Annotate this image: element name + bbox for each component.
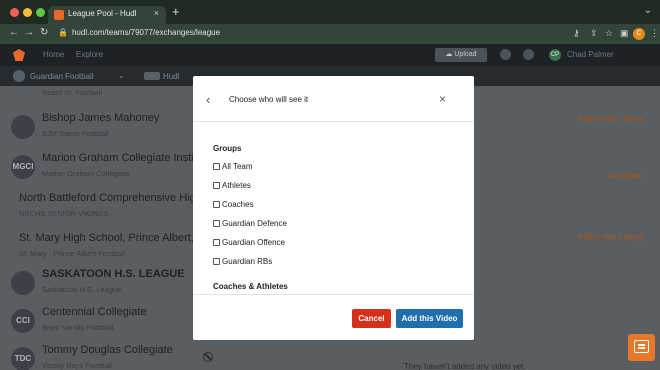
add-again-link[interactable]: Add Again xyxy=(608,173,643,180)
option-label: Guardian Defence xyxy=(222,219,287,228)
list-item[interactable]: TDC Tommy Douglas Collegiate Varsity Boy… xyxy=(0,340,660,370)
coaches-athletes-heading: Coaches & Athletes xyxy=(213,282,288,291)
checkbox[interactable] xyxy=(213,258,220,265)
reload-icon[interactable]: ↻ xyxy=(40,27,48,38)
school-name: Bishop James Mahoney xyxy=(42,112,160,124)
school-logo xyxy=(11,115,35,139)
add-video-button[interactable]: Add this Video xyxy=(396,309,463,328)
close-window-button[interactable] xyxy=(10,8,19,17)
option-label: Coaches xyxy=(222,200,254,209)
share-visibility-modal: ‹ Choose who will see it × Groups All Te… xyxy=(193,76,474,340)
league-logo xyxy=(11,271,35,295)
option-label: Guardian Offence xyxy=(222,238,286,247)
tab-close-icon[interactable]: × xyxy=(154,8,159,18)
bookmark-star-icon[interactable]: ☆ xyxy=(605,28,613,39)
school-logo: TDC xyxy=(11,347,35,370)
school-name: St. Mary High School, Prince Albert, Sa xyxy=(19,232,211,244)
school-name: Marion Graham Collegiate Institute xyxy=(42,152,212,164)
key-icon[interactable]: ⚷ xyxy=(573,28,580,39)
no-video-icon xyxy=(203,352,213,362)
back-chevron-icon[interactable]: ‹ xyxy=(206,92,210,107)
team-name: Marion Graham Collegiate xyxy=(42,169,130,178)
notifications-bell-icon[interactable] xyxy=(500,49,511,60)
empty-video-message: They haven't added any video yet. xyxy=(404,362,526,370)
option-label: Athletes xyxy=(222,181,251,190)
sidebar-icon[interactable]: ▣ xyxy=(620,28,629,39)
modal-footer: Cancel Add this Video xyxy=(193,294,474,340)
close-icon[interactable]: × xyxy=(439,92,446,106)
tab-search-icon[interactable]: ⌄ xyxy=(644,5,652,16)
hudl-favicon-icon xyxy=(54,10,64,20)
modal-body[interactable]: Groups All Team Athletes Coaches Guardia… xyxy=(193,123,474,293)
league-name: SASKATOON H.S. LEAGUE xyxy=(42,268,185,280)
team-logo-icon xyxy=(13,70,25,82)
hudl-link[interactable]: Hudl xyxy=(163,72,179,81)
lock-icon: 🔒 xyxy=(58,28,68,37)
school-name: North Battleford Comprehensive High S xyxy=(19,192,213,204)
school-logo: CCI xyxy=(11,309,35,333)
nav-home[interactable]: Home xyxy=(43,50,64,59)
minimize-window-button[interactable] xyxy=(23,8,32,17)
app-top-nav: Home Explore ☁ Upload CP Chad Palmer xyxy=(0,44,660,66)
school-name: Tommy Douglas Collegiate xyxy=(42,344,173,356)
team-name: BJM Saints Football xyxy=(42,129,109,138)
team-name: Boys' Varsity Football xyxy=(42,323,114,332)
nav-explore[interactable]: Explore xyxy=(76,50,103,59)
add-to-library-link[interactable]: Add to Your Library xyxy=(578,116,643,123)
team-name: Varsity Boys Football xyxy=(42,361,112,370)
modal-header: ‹ Choose who will see it × xyxy=(193,76,474,122)
checkbox[interactable] xyxy=(213,239,220,246)
team-name: St. Mary · Prince Albert Football xyxy=(19,249,125,258)
checkbox[interactable] xyxy=(213,201,220,208)
tab-title: League Pool - Hudl xyxy=(68,9,137,18)
partial-row-sub: Beard Sr. Football xyxy=(42,88,103,97)
profile-avatar[interactable]: C xyxy=(633,28,645,40)
chat-bubble-icon xyxy=(634,340,649,353)
league-sub: Saskatoon H.S. League xyxy=(42,285,122,294)
checkbox[interactable] xyxy=(213,220,220,227)
menu-kebab-icon[interactable]: ⋮ xyxy=(650,28,659,39)
upload-button[interactable]: ☁ Upload xyxy=(435,48,487,62)
team-name: NBCHS SENIOR VIKINGS xyxy=(19,209,109,218)
feedback-button[interactable] xyxy=(628,334,655,361)
option-label: All Team xyxy=(222,162,253,171)
option-label: Guardian RBs xyxy=(222,257,273,266)
chevron-down-icon[interactable]: ⌄ xyxy=(118,71,125,80)
team-name[interactable]: Guardian Football xyxy=(30,72,94,81)
browser-titlebar: League Pool - Hudl × + ⌄ xyxy=(0,0,660,24)
school-name: Centennial Collegiate xyxy=(42,306,147,318)
school-logo: MGCI xyxy=(11,155,35,179)
checkbox[interactable] xyxy=(213,182,220,189)
maximize-window-button[interactable] xyxy=(36,8,45,17)
address-bar: ← → ↻ 🔒 hudl.com/teams/79077/exchanges/le… xyxy=(0,24,660,44)
back-arrow-icon[interactable]: ← xyxy=(9,27,19,38)
hudl-logo-icon[interactable] xyxy=(13,49,25,61)
user-name[interactable]: Chad Palmer xyxy=(567,50,614,59)
groups-heading: Groups xyxy=(213,144,242,153)
checkbox[interactable] xyxy=(213,163,220,170)
url-field[interactable]: 🔒 hudl.com/teams/79077/exchanges/league xyxy=(58,28,578,41)
forward-arrow-icon[interactable]: → xyxy=(24,27,34,38)
cancel-button[interactable]: Cancel xyxy=(352,309,391,328)
modal-title: Choose who will see it xyxy=(229,95,309,104)
add-to-library-link[interactable]: Add to Your Library xyxy=(578,234,643,241)
new-tab-button[interactable]: + xyxy=(172,4,180,19)
browser-tab[interactable]: League Pool - Hudl × xyxy=(48,6,166,24)
share-icon[interactable]: ⇪ xyxy=(590,28,598,39)
messages-icon[interactable] xyxy=(523,49,534,60)
hudl-badge-icon xyxy=(144,72,160,80)
user-avatar[interactable]: CP xyxy=(549,49,561,61)
